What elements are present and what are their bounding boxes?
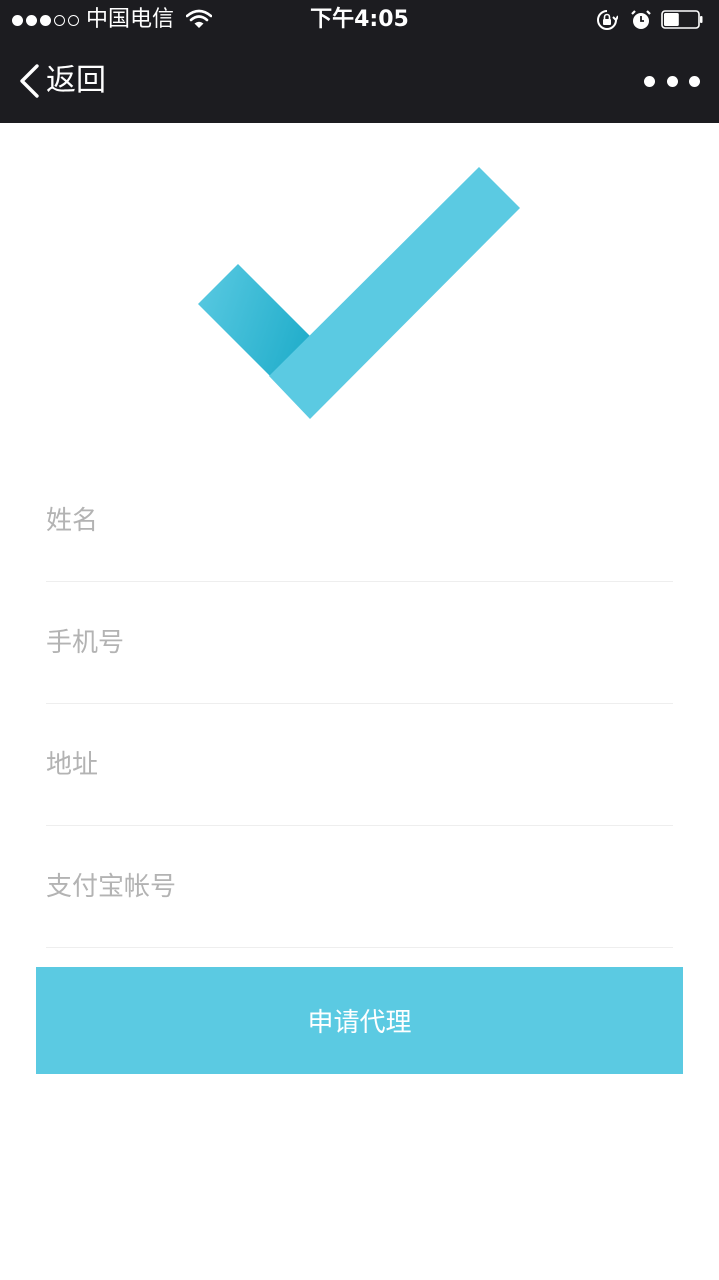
alarm-icon (631, 10, 651, 29)
apply-agent-screen: 中国电信 下午4:05 返回 姓名 手机号 地址 支付宝帐号 申请代理 (0, 0, 719, 1280)
ellipsis-icon (689, 75, 700, 87)
name-input[interactable] (46, 498, 666, 544)
navigation-bar: 返回 (0, 40, 719, 123)
ellipsis-icon (666, 75, 678, 87)
back-button[interactable]: 返回 (18, 60, 106, 102)
checkmark-icon (198, 167, 520, 419)
ellipsis-icon (644, 75, 655, 87)
battery-icon (661, 10, 703, 29)
more-button[interactable] (644, 66, 700, 96)
chevron-left-icon (20, 64, 39, 98)
form-field-name (46, 460, 673, 582)
back-label: 返回 (46, 63, 106, 98)
alipay-account-input[interactable] (46, 864, 666, 910)
form-field-phone (46, 582, 673, 704)
form-field-address (46, 704, 673, 826)
agent-application-form (46, 460, 673, 948)
apply-agent-button[interactable]: 申请代理 (36, 967, 683, 1074)
status-bar: 中国电信 下午4:05 (0, 0, 719, 40)
form-field-alipay (46, 826, 673, 948)
top-bar: 中国电信 下午4:05 返回 (0, 0, 719, 123)
phone-input[interactable] (46, 620, 666, 666)
address-input[interactable] (46, 742, 666, 788)
rotation-lock-icon (597, 10, 618, 30)
